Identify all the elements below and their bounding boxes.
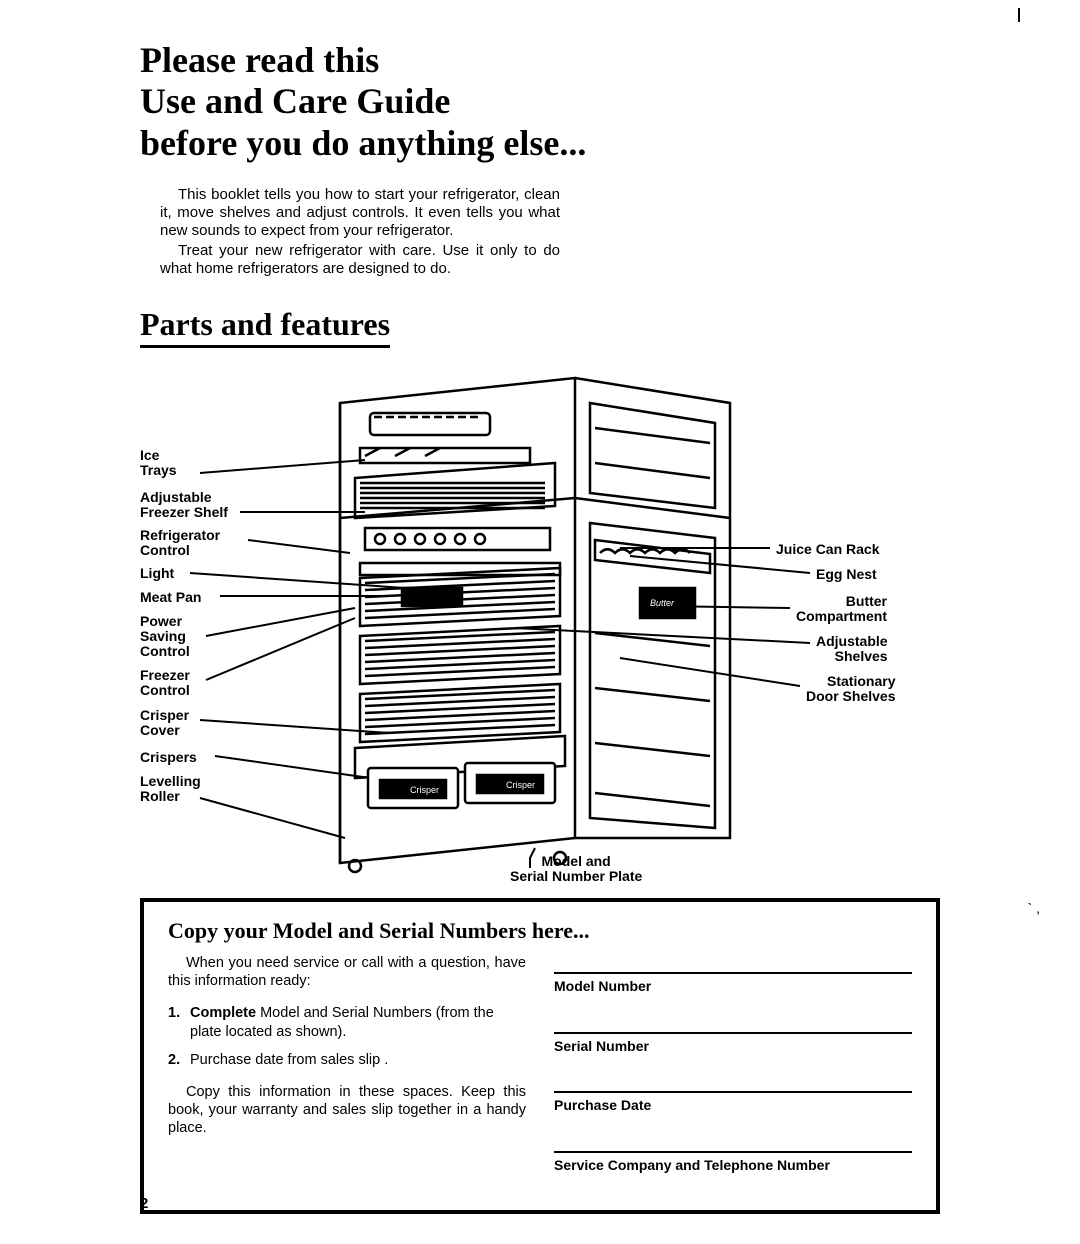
callout-crisper-cover: Crisper Cover bbox=[140, 708, 189, 737]
parts-heading: Parts and features bbox=[140, 306, 390, 348]
intro-block: This booklet tells you how to start your… bbox=[160, 186, 560, 278]
model-number-label: Model Number bbox=[554, 978, 912, 996]
callout-adj-freezer-shelf: Adjustable Freezer Shelf bbox=[140, 490, 228, 519]
callout-meat-pan: Meat Pan bbox=[140, 590, 201, 605]
refrigerator-illustration: Crisper Crisper Butter bbox=[310, 368, 750, 878]
info-outro: Copy this information in these spaces. K… bbox=[168, 1083, 526, 1137]
callout-refrig-control: Refrigerator Control bbox=[140, 528, 220, 557]
callout-light: Light bbox=[140, 566, 174, 581]
callout-crispers: Crispers bbox=[140, 750, 197, 765]
callout-butter: Butter Compartment bbox=[796, 594, 887, 623]
info-step-2-text: Purchase date from sales slip . bbox=[190, 1052, 388, 1068]
info-box: Copy your Model and Serial Numbers here.… bbox=[140, 898, 940, 1214]
service-company-line[interactable] bbox=[554, 1133, 912, 1153]
intro-para-1: This booklet tells you how to start your… bbox=[160, 186, 560, 240]
title-line-2: Use and Care Guide bbox=[140, 81, 450, 121]
info-left-column: When you need service or call with a que… bbox=[168, 954, 526, 1192]
callout-power-saving: Power Saving Control bbox=[140, 614, 190, 658]
callout-door-shelves: Stationary Door Shelves bbox=[806, 674, 895, 703]
field-model: Model Number bbox=[554, 954, 912, 996]
callout-juice-rack: Juice Can Rack bbox=[776, 542, 880, 557]
field-service: Service Company and Telephone Number bbox=[554, 1133, 912, 1175]
info-intro: When you need service or call with a que… bbox=[168, 954, 526, 990]
crisper-label-right: Crisper bbox=[506, 780, 535, 790]
intro-para-2: Treat your new refrigerator with care. U… bbox=[160, 242, 560, 278]
callout-ice-trays: Ice Trays bbox=[140, 448, 177, 477]
title-line-3: before you do anything else... bbox=[140, 123, 586, 163]
serial-number-label: Serial Number bbox=[554, 1038, 912, 1056]
parts-diagram: Crisper Crisper Butter Ice Trays Adjusta… bbox=[140, 368, 940, 888]
callout-egg-nest: Egg Nest bbox=[816, 567, 877, 582]
service-company-label: Service Company and Telephone Number bbox=[554, 1157, 912, 1175]
page-title: Please read this Use and Care Guide befo… bbox=[140, 40, 940, 164]
info-step-1: 1. Complete Model and Serial Numbers (fr… bbox=[168, 1004, 526, 1040]
butter-door-label: Butter bbox=[650, 598, 675, 608]
callout-freezer-control: Freezer Control bbox=[140, 668, 190, 697]
info-right-column: Model Number Serial Number Purchase Date… bbox=[554, 954, 912, 1192]
callout-adj-shelves: Adjustable Shelves bbox=[816, 634, 888, 663]
field-date: Purchase Date bbox=[554, 1073, 912, 1115]
callout-levelling-roller: Levelling Roller bbox=[140, 774, 201, 803]
stray-mark-right: ` , bbox=[1028, 900, 1040, 916]
title-line-1: Please read this bbox=[140, 40, 379, 80]
purchase-date-label: Purchase Date bbox=[554, 1097, 912, 1115]
field-serial: Serial Number bbox=[554, 1014, 912, 1056]
info-step-2: 2. Purchase date from sales slip . bbox=[168, 1051, 526, 1069]
page-number: 2 bbox=[140, 1195, 148, 1212]
info-title: Copy your Model and Serial Numbers here.… bbox=[168, 918, 912, 944]
crisper-label-left: Crisper bbox=[410, 785, 439, 795]
model-number-line[interactable] bbox=[554, 954, 912, 974]
info-step-1-bold: Complete bbox=[190, 1005, 256, 1021]
stray-mark-top bbox=[1018, 8, 1020, 22]
serial-number-line[interactable] bbox=[554, 1014, 912, 1034]
purchase-date-line[interactable] bbox=[554, 1073, 912, 1093]
callout-model-plate: Model and Serial Number Plate bbox=[510, 854, 642, 883]
